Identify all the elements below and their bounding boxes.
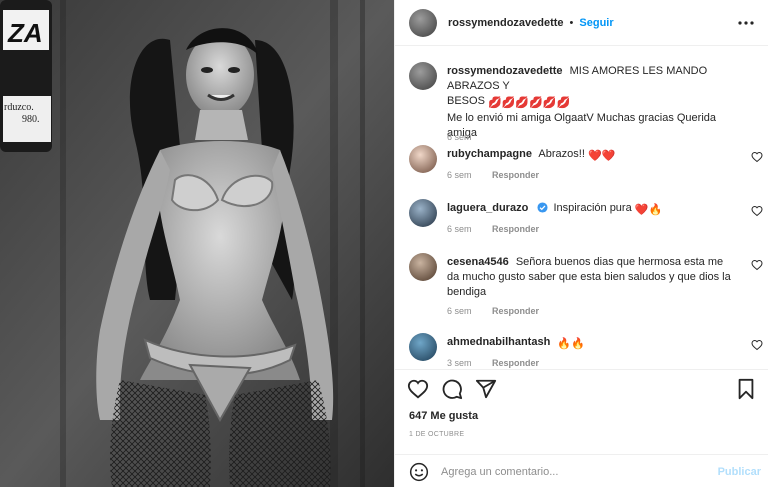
commenter-avatar[interactable] — [409, 253, 437, 281]
commenter-avatar[interactable] — [409, 145, 437, 173]
follow-button[interactable]: Seguir — [579, 17, 613, 29]
comment-username[interactable]: rubychampagne — [447, 148, 532, 160]
post-header: rossymendozavedette • Seguir — [395, 0, 768, 46]
comment-heart-icon[interactable] — [751, 205, 763, 217]
author-avatar[interactable] — [409, 8, 437, 37]
more-options-icon[interactable] — [737, 14, 755, 32]
comment-input[interactable] — [441, 465, 701, 478]
caption-emoji: 💋💋💋💋💋💋 — [487, 97, 571, 109]
caption-meta: 6 sem — [447, 132, 472, 142]
commenter-avatar[interactable] — [409, 199, 437, 227]
comment-emoji: ❤️❤️ — [587, 150, 616, 162]
verified-badge-icon — [537, 202, 548, 213]
caption-body: rossymendozavedette MIS AMORES LES MANDO… — [447, 64, 735, 141]
comment-time[interactable]: 6 sem — [447, 224, 472, 234]
post-actions: 647 Me gusta 1 DE OCTUBRE Publicar — [395, 369, 768, 487]
commenter-avatar[interactable] — [409, 333, 437, 361]
likes-count[interactable]: 647 Me gusta — [409, 410, 478, 422]
heart-icon[interactable] — [407, 378, 429, 400]
comment-icon[interactable] — [441, 378, 463, 400]
caption-avatar[interactable] — [409, 62, 437, 90]
photo-year-text: 980. — [22, 114, 40, 125]
comment-heart-icon[interactable] — [751, 151, 763, 163]
post-date[interactable]: 1 DE OCTUBRE — [409, 431, 464, 438]
share-icon[interactable] — [475, 378, 497, 400]
add-comment-bar: Publicar — [395, 454, 768, 487]
comment-emoji: 🔥🔥 — [557, 338, 585, 350]
publish-button[interactable]: Publicar — [718, 466, 761, 478]
comment-username[interactable]: laguera_durazo — [447, 202, 528, 214]
comment-time[interactable]: 6 sem — [447, 306, 472, 316]
comment-time[interactable]: 6 sem — [447, 170, 472, 180]
comment-meta: 3 sem Responder — [447, 358, 539, 368]
caption-time[interactable]: 6 sem — [447, 132, 472, 142]
comment-emoji: ❤️🔥 — [634, 204, 663, 216]
comment-meta: 6 sem Responder — [447, 170, 539, 180]
instagram-post: ZA rduzco. 980. rossymendozavedette • Se… — [0, 0, 768, 487]
photo-illustration: ZA rduzco. 980. — [0, 0, 394, 487]
comments-list[interactable]: rossymendozavedette MIS AMORES LES MANDO… — [395, 47, 768, 369]
caption-username[interactable]: rossymendozavedette — [447, 65, 563, 77]
photo-credit-text: rduzco. — [4, 102, 34, 113]
caption-line3: Me lo envió mi amiga OlgaatV Muchas grac… — [447, 112, 717, 139]
emoji-icon[interactable] — [409, 462, 429, 482]
reply-button[interactable]: Responder — [492, 170, 539, 180]
comment-username[interactable]: cesena4546 — [447, 256, 509, 268]
comment-body: ahmednabilhantash 🔥🔥 — [447, 335, 735, 352]
comment-body: cesena4546 Señora buenos dias que hermos… — [447, 255, 735, 300]
caption-line2: BESOS — [447, 95, 485, 107]
comment-username[interactable]: ahmednabilhantash — [447, 336, 550, 348]
post-photo[interactable]: ZA rduzco. 980. — [0, 0, 394, 487]
reply-button[interactable]: Responder — [492, 358, 539, 368]
reply-button[interactable]: Responder — [492, 306, 539, 316]
comment-meta: 6 sem Responder — [447, 306, 539, 316]
comment-text: Abrazos!! — [538, 148, 585, 160]
comment-heart-icon[interactable] — [751, 339, 763, 351]
comment-body: rubychampagne Abrazos!! ❤️❤️ — [447, 147, 735, 164]
post-sidebar: rossymendozavedette • Seguir rossymendoz… — [394, 0, 768, 487]
photo-logo-text: ZA — [7, 18, 43, 48]
comment-text: Inspiración pura — [553, 202, 632, 214]
reply-button[interactable]: Responder — [492, 224, 539, 234]
author-username[interactable]: rossymendozavedette — [448, 17, 564, 29]
separator-dot: • — [569, 16, 574, 29]
comment-body: laguera_durazo Inspiración pura ❤️🔥 — [447, 201, 735, 218]
bookmark-icon[interactable] — [735, 378, 757, 400]
comment-time[interactable]: 3 sem — [447, 358, 472, 368]
comment-meta: 6 sem Responder — [447, 224, 539, 234]
comment-heart-icon[interactable] — [751, 259, 763, 271]
